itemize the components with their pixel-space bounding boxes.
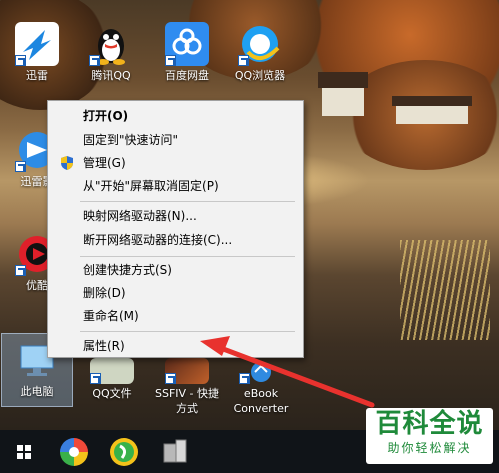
context-menu: 打开(O) 固定到"快速访问" 管理(G) 从"开始"屏幕取消固定(P) 映射网… [47,100,304,358]
desktop-icon-baidu-netdisk[interactable]: 百度网盘 [157,22,217,83]
desktop-icon-label: 迅雷 [26,69,48,82]
xunlei-icon [15,22,59,66]
desktop-icon-qq-file[interactable]: QQ文件 [82,358,142,401]
baidu-netdisk-icon [165,22,209,66]
menu-item-pin-quick-access[interactable]: 固定到"快速访问" [49,129,302,151]
qq-penguin-icon [89,22,133,66]
desktop-icon-label: SSFIV - 快捷方式 [154,387,220,415]
uac-shield-icon [61,156,73,170]
menu-separator [80,331,295,332]
menu-item-manage[interactable]: 管理(G) [49,152,302,174]
desktop-icon-ssfiv[interactable]: SSFIV - 快捷方式 [152,358,222,416]
menu-item-delete[interactable]: 删除(D) [49,282,302,304]
menu-separator [80,201,295,202]
menu-separator [80,256,295,257]
desktop-icon-label: 腾讯QQ [91,69,131,82]
desktop-icon-xunlei[interactable]: 迅雷 [7,22,67,83]
desktop-icon-qq[interactable]: 腾讯QQ [81,22,141,83]
desktop-icon-label: QQ文件 [92,387,132,400]
watermark-title: 百科全说 [375,409,484,439]
green-circle-app-icon[interactable] [108,436,140,468]
menu-item-disconnect-network-drive[interactable]: 断开网络驱动器的连接(C)... [49,229,302,251]
menu-item-create-shortcut[interactable]: 创建快捷方式(S) [49,259,302,281]
desktop-icon-label: 优酷 [26,279,48,292]
ebook-converter-icon [239,358,283,384]
ssfiv-game-icon [165,358,209,384]
baike-watermark: 百科全说 助你轻松解决 [366,408,493,464]
desktop-icon-label: eBook Converter [233,387,289,415]
qq-browser-icon [238,22,282,66]
desktop-icon-label: 百度网盘 [165,69,209,82]
menu-item-open[interactable]: 打开(O) [49,105,302,127]
desktop-icon-label: QQ浏览器 [234,69,286,82]
qq-file-icon [90,358,134,384]
menu-item-map-network-drive[interactable]: 映射网络驱动器(N)... [49,205,302,227]
desktop-icon-ebook-converter[interactable]: eBook Converter [228,358,294,416]
color-wheel-app-icon[interactable] [58,436,90,468]
desktop-icon-qq-browser[interactable]: QQ浏览器 [230,22,290,83]
watermark-subtitle: 助你轻松解决 [387,441,472,455]
desktop-icon-label: 此电脑 [20,385,54,398]
windows-start-icon[interactable] [8,436,40,468]
menu-item-rename[interactable]: 重命名(M) [49,305,302,327]
menu-item-unpin-start[interactable]: 从"开始"屏幕取消固定(P) [49,175,302,197]
menu-item-properties[interactable]: 属性(R) [49,335,302,357]
computer-tower-icon[interactable] [158,436,190,468]
